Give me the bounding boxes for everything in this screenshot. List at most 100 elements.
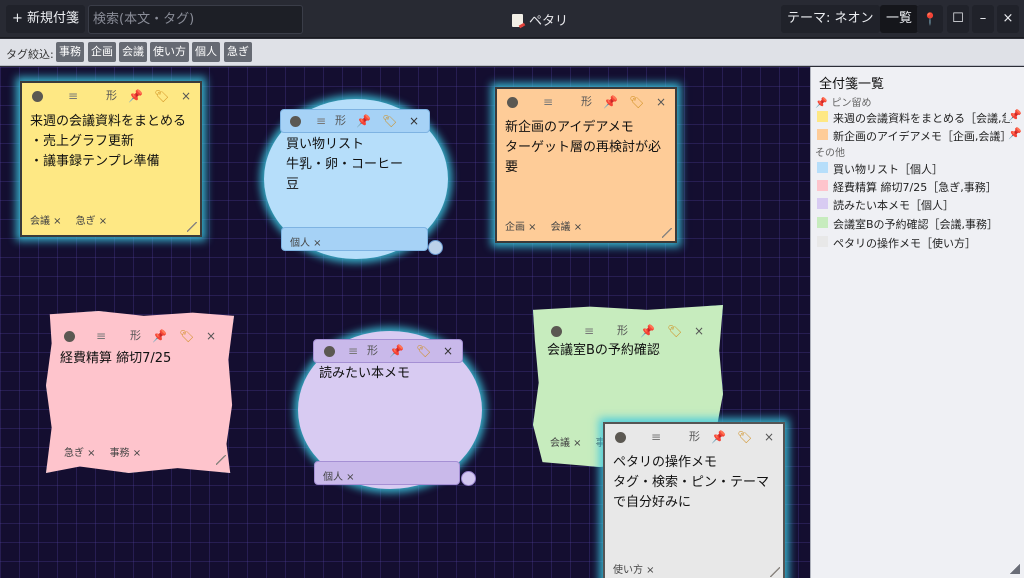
resize-grip[interactable]	[770, 567, 780, 577]
new-note-button[interactable]: + 新規付箋	[6, 5, 86, 33]
note-text[interactable]: 来週の会議資料をまとめる ・売上グラフ更新 ・議事録テンプレ準備	[30, 112, 192, 172]
color-dot-icon[interactable]	[64, 331, 75, 342]
tag-filter-kojin[interactable]: 個人	[192, 42, 220, 62]
shape-button[interactable]: 形	[335, 114, 346, 128]
menu-icon[interactable]: ≡	[543, 95, 553, 109]
sticky-note[interactable]: ≡ 形 📌 🏷 × 読みたい本メモ 個人 ×	[298, 331, 482, 489]
color-dot-icon[interactable]	[551, 326, 562, 337]
sticky-note[interactable]: ≡ 形 📌 🏷 × 経費精算 締切7/25 急ぎ × 事務 ×	[46, 311, 234, 473]
tag-filter-jimu[interactable]: 事務	[56, 42, 84, 62]
minimize-icon[interactable]: –	[972, 5, 994, 33]
sticky-note[interactable]: ≡ 形 📌 🏷 × 来週の会議資料をまとめる ・売上グラフ更新 ・議事録テンプレ…	[20, 81, 202, 237]
tag-filter-tsukaikata[interactable]: 使い方	[150, 42, 189, 62]
note-text[interactable]: 買い物リスト 牛乳・卵・コーヒー豆	[286, 135, 414, 195]
note-header[interactable]: ≡ 形 📌 🏷 ×	[313, 339, 463, 363]
tag-icon[interactable]: 🏷	[179, 329, 194, 343]
note-tag[interactable]: 会議 ×	[551, 222, 583, 233]
close-icon[interactable]: ×	[997, 5, 1019, 33]
resize-grip[interactable]	[461, 471, 476, 486]
color-dot-icon[interactable]	[615, 432, 626, 443]
note-header[interactable]: ≡ 形 📌 🏷 ×	[605, 424, 783, 450]
pin-icon[interactable]: 📌	[128, 89, 143, 103]
note-header[interactable]: ≡ 形 📌 🏷 ×	[46, 323, 234, 349]
note-text[interactable]: 読みたい本メモ	[319, 364, 474, 384]
note-text[interactable]: 経費精算 締切7/25	[60, 349, 226, 369]
list-item[interactable]: 来週の会議資料をまとめる［会議,急 📌	[815, 108, 1022, 126]
tag-icon[interactable]: 🏷	[416, 344, 431, 358]
menu-icon[interactable]: ≡	[651, 430, 661, 444]
note-tag[interactable]: 急ぎ ×	[76, 216, 108, 227]
pin-icon[interactable]: 📌	[640, 324, 655, 338]
color-dot-icon[interactable]	[324, 346, 335, 357]
list-toggle-button[interactable]: 一覧	[880, 5, 919, 33]
tag-icon[interactable]: 🏷	[154, 89, 169, 103]
pin-icon[interactable]: 📌	[603, 95, 618, 109]
note-tag[interactable]: 急ぎ ×	[64, 448, 96, 459]
window-resize-grip[interactable]	[1010, 564, 1020, 574]
shape-button[interactable]: 形	[689, 430, 700, 444]
resize-grip[interactable]	[216, 455, 226, 465]
resize-grip[interactable]	[187, 222, 197, 232]
pin-icon[interactable]: 📌	[356, 114, 371, 128]
note-tag[interactable]: 会議 ×	[550, 438, 582, 449]
note-tag[interactable]: 個人 ×	[290, 238, 322, 249]
tag-icon[interactable]: 🏷	[382, 114, 397, 128]
note-tag[interactable]: 会議 ×	[30, 216, 62, 227]
note-close-icon[interactable]: ×	[656, 95, 666, 109]
color-dot-icon[interactable]	[507, 97, 518, 108]
color-dot-icon[interactable]	[32, 91, 43, 102]
list-item[interactable]: 経費精算 締切7/25［急ぎ,事務］	[815, 177, 1022, 195]
menu-icon[interactable]: ≡	[316, 114, 326, 128]
note-close-icon[interactable]: ×	[694, 324, 704, 338]
shape-button[interactable]: 形	[130, 329, 141, 343]
note-close-icon[interactable]: ×	[764, 430, 774, 444]
tag-icon[interactable]: 🏷	[629, 95, 644, 109]
note-tag[interactable]: 事務 ×	[110, 448, 142, 459]
note-close-icon[interactable]: ×	[443, 344, 453, 358]
sticky-note[interactable]: ≡ 形 📌 🏷 × 新企画のアイデアメモ ターゲット層の再検討が必要 企画 × 会…	[495, 87, 677, 243]
shape-button[interactable]: 形	[617, 324, 628, 338]
search-input[interactable]	[88, 5, 303, 34]
note-close-icon[interactable]: ×	[206, 329, 216, 343]
tag-filter-kaigi[interactable]: 会議	[119, 42, 147, 62]
list-item[interactable]: 会議室Bの予約確認［会議,事務］	[815, 214, 1022, 232]
sticky-note[interactable]: ≡ 形 📌 🏷 × ペタリの操作メモ タグ・検索・ピン・テーマで自分好みに 使い…	[603, 422, 785, 578]
list-item[interactable]: ペタリの操作メモ［使い方］	[815, 233, 1022, 251]
tag-filter-kikaku[interactable]: 企画	[88, 42, 116, 62]
note-close-icon[interactable]: ×	[409, 114, 419, 128]
note-header[interactable]: ≡ 形 📌 🏷 ×	[280, 109, 430, 133]
menu-icon[interactable]: ≡	[68, 89, 78, 103]
list-item[interactable]: 買い物リスト［個人］	[815, 159, 1022, 177]
resize-grip[interactable]	[428, 240, 443, 255]
note-tag[interactable]: 企画 ×	[505, 222, 537, 233]
tag-filter-isogi[interactable]: 急ぎ	[224, 42, 252, 62]
list-item[interactable]: 読みたい本メモ［個人］	[815, 195, 1022, 213]
pin-icon[interactable]: 📌	[711, 430, 726, 444]
shape-button[interactable]: 形	[581, 95, 592, 109]
pin-icon[interactable]: 📌	[152, 329, 167, 343]
note-text[interactable]: ペタリの操作メモ タグ・検索・ピン・テーマで自分好みに	[613, 453, 775, 513]
tag-icon[interactable]: 🏷	[667, 324, 682, 338]
theme-button[interactable]: テーマ: ネオン	[781, 5, 880, 33]
note-close-icon[interactable]: ×	[181, 89, 191, 103]
note-tag[interactable]: 個人 ×	[323, 472, 355, 483]
tag-icon[interactable]: 🏷	[737, 430, 752, 444]
menu-icon[interactable]: ≡	[584, 324, 594, 338]
resize-grip[interactable]	[662, 228, 672, 238]
color-dot-icon[interactable]	[290, 116, 301, 127]
shape-button[interactable]: 形	[367, 344, 378, 358]
maximize-icon[interactable]: ☐	[947, 5, 969, 33]
list-item[interactable]: 新企画のアイデアメモ［企画,会議］ 📌	[815, 126, 1022, 144]
note-text[interactable]: 新企画のアイデアメモ ターゲット層の再検討が必要	[505, 118, 667, 178]
pin-icon[interactable]: 📌	[389, 344, 404, 358]
pin-window-icon[interactable]: 📍	[917, 5, 943, 33]
sticky-note[interactable]: ≡ 形 📌 🏷 × 買い物リスト 牛乳・卵・コーヒー豆 個人 ×	[264, 99, 448, 259]
note-board[interactable]: ≡ 形 📌 🏷 × 来週の会議資料をまとめる ・売上グラフ更新 ・議事録テンプレ…	[0, 67, 810, 578]
note-header[interactable]: ≡ 形 📌 🏷 ×	[22, 83, 200, 109]
note-text[interactable]: 会議室Bの予約確認	[547, 341, 715, 361]
menu-icon[interactable]: ≡	[96, 329, 106, 343]
note-header[interactable]: ≡ 形 📌 🏷 ×	[497, 89, 675, 115]
note-tag[interactable]: 使い方 ×	[613, 565, 655, 576]
shape-button[interactable]: 形	[106, 89, 117, 103]
menu-icon[interactable]: ≡	[348, 344, 358, 358]
